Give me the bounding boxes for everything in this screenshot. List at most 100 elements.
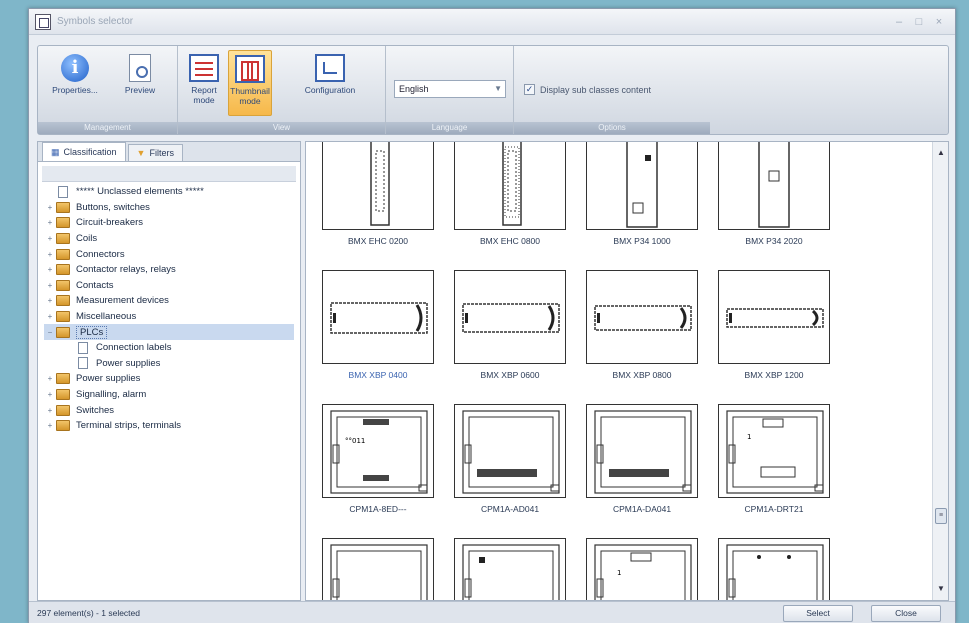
tree-item[interactable]: + Contacts <box>44 278 300 294</box>
tree-item-label: Power supplies <box>96 357 161 369</box>
close-button[interactable]: Close <box>871 605 941 622</box>
expand-icon[interactable]: + <box>44 312 56 321</box>
expand-icon[interactable]: + <box>44 265 56 274</box>
tree-item[interactable]: + Power supplies <box>44 371 300 387</box>
vertical-scrollbar[interactable]: ▲ ≡ ▼ <box>932 142 948 600</box>
tree-item-label: Switches <box>76 404 115 416</box>
symbol-thumbnail[interactable]: °°011 CPM1A-8ED--- <box>322 404 434 514</box>
scroll-down-icon[interactable]: ▼ <box>933 582 948 596</box>
symbol-thumbnail[interactable]: BMX XBP 0600 <box>454 270 566 380</box>
symbol-thumbnail[interactable] <box>454 538 566 600</box>
scroll-thumb[interactable]: ≡ <box>935 508 947 524</box>
tree-item[interactable]: + Coils <box>44 231 300 247</box>
chevron-down-icon: ▼ <box>494 84 502 93</box>
document-icon <box>78 341 88 354</box>
expand-icon[interactable]: + <box>44 390 56 399</box>
expand-icon[interactable]: + <box>44 421 56 430</box>
symbol-thumbnail[interactable]: BMX XBP 1200 <box>718 270 830 380</box>
thumbnail-mode-label: Thumbnail mode <box>230 86 270 106</box>
symbol-thumbnail[interactable]: BMX P34 2020 <box>718 142 830 246</box>
thumbnail-label: BMX XBP 1200 <box>744 370 804 380</box>
tree-item[interactable]: − PLCs <box>44 324 294 340</box>
tree-toolbar <box>42 166 296 182</box>
expand-icon[interactable]: + <box>44 374 56 383</box>
language-select[interactable]: English ▼ <box>394 80 506 98</box>
thumbnail-frame: 1 <box>586 538 698 600</box>
group-language: English ▼ Language <box>386 46 514 134</box>
symbol-thumbnail[interactable]: BMX XBP 0400 <box>322 270 434 380</box>
symbol-thumbnail[interactable]: BMX EHC 0800 <box>454 142 566 246</box>
symbol-drawing <box>726 308 824 328</box>
symbol-thumbnail[interactable]: BMX P34 1000 <box>586 142 698 246</box>
tree-item-label: Circuit-breakers <box>76 217 144 229</box>
classification-icon: ▦ <box>51 147 60 157</box>
folder-icon <box>56 217 70 229</box>
scroll-up-icon[interactable]: ▲ <box>933 146 948 160</box>
tree-item-label: Power supplies <box>76 373 141 385</box>
preview-button[interactable]: Preview <box>112 50 168 116</box>
tab-classification[interactable]: ▦ Classification <box>42 142 126 161</box>
thumbnail-mode-button[interactable]: Thumbnail mode <box>228 50 272 116</box>
thumbnail-frame: 1 <box>718 404 830 498</box>
close-icon[interactable]: × <box>929 16 949 28</box>
preview-label: Preview <box>124 85 156 95</box>
tree-item-label: Connection labels <box>96 342 172 354</box>
symbol-thumbnail[interactable] <box>322 538 434 600</box>
symbol-drawing <box>594 305 692 331</box>
tree-item[interactable]: Power supplies <box>44 356 300 372</box>
minimize-icon[interactable]: – <box>889 16 909 28</box>
tree-item[interactable]: + Signalling, alarm <box>44 387 300 403</box>
configuration-button[interactable]: Configuration <box>280 50 380 116</box>
symbol-thumbnail[interactable]: CPM1A-DA041 <box>586 404 698 514</box>
tab-filters-label: Filters <box>149 148 174 158</box>
folder-icon <box>56 326 70 338</box>
tree-item[interactable]: + Miscellaneous <box>44 309 300 325</box>
tree-item-label: Coils <box>76 233 98 245</box>
thumbnail-frame <box>718 142 830 230</box>
symbol-thumbnail[interactable]: 1 CPM1A-DRT21 <box>718 404 830 514</box>
select-button[interactable]: Select <box>783 605 853 622</box>
tree-item[interactable]: + Contactor relays, relays <box>44 262 300 278</box>
symbol-thumbnail[interactable]: CPM1A-AD041 <box>454 404 566 514</box>
tree-item[interactable]: + Terminal strips, terminals <box>44 418 300 434</box>
symbol-thumbnail[interactable] <box>718 538 830 600</box>
tree-item[interactable]: + Measurement devices <box>44 293 300 309</box>
expand-icon[interactable]: + <box>44 234 56 243</box>
symbol-thumbnail[interactable]: BMX XBP 0800 <box>586 270 698 380</box>
symbol-drawing <box>626 142 658 228</box>
symbol-drawing <box>726 544 824 600</box>
expand-icon[interactable]: + <box>44 250 56 259</box>
expand-icon[interactable]: + <box>44 296 56 305</box>
collapse-icon[interactable]: − <box>44 328 56 337</box>
expand-icon[interactable]: + <box>44 203 56 212</box>
thumbnail-frame <box>586 404 698 498</box>
thumbnail-label: CPM1A-8ED--- <box>349 504 407 514</box>
symbol-drawing: 1 <box>726 410 824 494</box>
maximize-icon[interactable]: □ <box>909 16 929 28</box>
symbol-drawing <box>330 544 428 600</box>
tree-item[interactable]: + Circuit-breakers <box>44 215 300 231</box>
filter-icon: ▼ <box>136 148 146 158</box>
thumbnail-label: CPM1A-AD041 <box>480 504 540 514</box>
tree-item[interactable]: + Switches <box>44 402 300 418</box>
tree-item[interactable]: + Buttons, switches <box>44 200 300 216</box>
title-bar: Symbols selector – □ × <box>29 9 955 35</box>
info-icon: i <box>61 54 89 82</box>
tab-filters[interactable]: ▼ Filters <box>127 144 183 161</box>
tree-item-label: Signalling, alarm <box>76 389 147 401</box>
expand-icon[interactable]: + <box>44 406 56 415</box>
display-subclasses-option[interactable]: ✓ Display sub classes content <box>524 84 651 95</box>
tree-item[interactable]: + Connectors <box>44 246 300 262</box>
properties-button[interactable]: i Properties... <box>42 50 108 116</box>
expand-icon[interactable]: + <box>44 218 56 227</box>
report-mode-button[interactable]: Report mode <box>182 50 226 116</box>
symbol-thumbnail[interactable]: BMX EHC 0200 <box>322 142 434 246</box>
symbol-thumbnail[interactable]: 1 <box>586 538 698 600</box>
thumbnail-frame <box>454 142 566 230</box>
display-subclasses-checkbox[interactable]: ✓ <box>524 84 535 95</box>
expand-icon[interactable]: + <box>44 281 56 290</box>
tree-item[interactable]: ***** Unclassed elements ***** <box>44 184 300 200</box>
folder-icon <box>56 295 70 307</box>
tree-item[interactable]: Connection labels <box>44 340 300 356</box>
thumbnail-label: BMX P34 2020 <box>745 236 803 246</box>
